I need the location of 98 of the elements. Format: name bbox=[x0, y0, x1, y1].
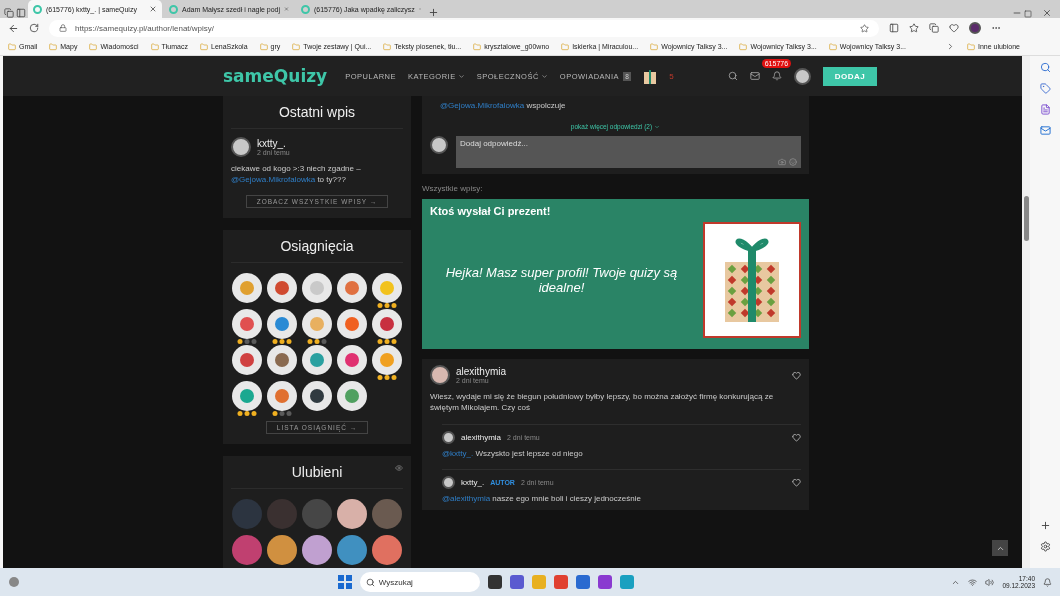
reply-text: @alexithymia nasze ego mnie boli i cieszy jednocześnie bbox=[442, 492, 642, 504]
user-avatar[interactable] bbox=[793, 67, 811, 85]
caret-icon bbox=[457, 72, 465, 80]
mail-icon[interactable] bbox=[749, 71, 760, 81]
taskbar-search[interactable]: Wyszukaj bbox=[359, 572, 480, 592]
folder-icon bbox=[383, 42, 392, 51]
workspaces-icon[interactable] bbox=[4, 8, 14, 18]
reload-icon[interactable] bbox=[29, 23, 39, 33]
achievement-badge[interactable] bbox=[302, 345, 332, 376]
post-text: Wiesz, wydaje mi się że biegun południowy byłby lepszy, bo można założyć firmę konkurującą ze świętym Mikolajem. Czy coś bbox=[430, 391, 775, 414]
user-avatar[interactable] bbox=[430, 365, 450, 386]
app-icon[interactable] bbox=[597, 575, 612, 589]
photo-placeholder[interactable] bbox=[337, 535, 367, 566]
folder-icon bbox=[49, 42, 58, 51]
achievement-badge[interactable] bbox=[232, 273, 262, 304]
achievement-badge[interactable] bbox=[232, 345, 262, 376]
card-title: Ostatni wpis bbox=[231, 102, 403, 129]
photo-placeholder[interactable] bbox=[267, 535, 297, 566]
volume-icon[interactable] bbox=[985, 577, 995, 587]
achievement-badge[interactable] bbox=[337, 345, 367, 376]
split-icon[interactable] bbox=[889, 23, 899, 33]
folder-icon bbox=[650, 42, 659, 51]
folder-icon bbox=[259, 42, 268, 51]
site-icon bbox=[169, 4, 178, 14]
search-icon bbox=[365, 577, 375, 587]
achievement-badge[interactable] bbox=[302, 273, 332, 304]
collections-icon[interactable] bbox=[929, 23, 939, 33]
bell-icon[interactable] bbox=[1043, 577, 1052, 587]
plus-icon[interactable] bbox=[1039, 520, 1051, 531]
heart-icon[interactable] bbox=[949, 23, 959, 33]
favorites-icon[interactable] bbox=[909, 23, 919, 33]
gift-count: 5 bbox=[669, 71, 674, 81]
close-icon[interactable] bbox=[149, 5, 157, 13]
folder-icon bbox=[150, 42, 159, 51]
folder-icon bbox=[473, 42, 482, 51]
scrollbar-thumb[interactable] bbox=[1023, 196, 1029, 241]
mail-icon[interactable] bbox=[1039, 125, 1051, 136]
card-title: Osiągnięcia bbox=[231, 236, 403, 264]
back-icon[interactable] bbox=[8, 22, 19, 34]
folder-icon bbox=[966, 42, 975, 51]
user-avatar[interactable] bbox=[231, 137, 251, 157]
user-name[interactable]: kxtty_. bbox=[461, 477, 485, 487]
site-icon bbox=[301, 4, 310, 14]
user-name[interactable]: alexithymia bbox=[461, 432, 501, 442]
settings-icon[interactable] bbox=[1039, 541, 1051, 552]
profile-avatar[interactable] bbox=[969, 22, 981, 34]
app-icon[interactable] bbox=[487, 575, 502, 589]
mention-link[interactable]: @Gejowa.Mikrofalowka bbox=[231, 175, 316, 185]
reply-text: @kxtty_. Wszyskto jest lepsze od niego bbox=[442, 447, 584, 459]
folder-icon bbox=[561, 42, 570, 51]
site-icon bbox=[33, 4, 42, 14]
folder-icon bbox=[89, 42, 98, 51]
search-icon[interactable] bbox=[1039, 62, 1051, 73]
caret-icon bbox=[540, 72, 548, 80]
caret-icon bbox=[654, 123, 661, 130]
mention-link[interactable]: @kxtty_. bbox=[442, 448, 474, 458]
gift-message: Hejka! Masz super profil! Twoje quizy są idealne! bbox=[444, 265, 679, 296]
user-name[interactable]: kxtty_. bbox=[257, 138, 290, 149]
achievement-badge[interactable] bbox=[337, 273, 367, 304]
user-avatar[interactable] bbox=[442, 475, 455, 489]
photo-placeholder[interactable] bbox=[337, 499, 367, 530]
achievement-badge[interactable] bbox=[267, 345, 297, 376]
folder-icon bbox=[200, 42, 208, 51]
folder-icon bbox=[739, 42, 748, 51]
bell-icon[interactable] bbox=[771, 71, 782, 81]
section-label: Wszystkie wpisy: bbox=[422, 184, 484, 194]
favorite-icon[interactable] bbox=[860, 23, 869, 33]
start-icon[interactable] bbox=[337, 575, 352, 589]
gift-title: Ktoś wysłał Ci prezent! bbox=[430, 205, 552, 218]
eye-icon[interactable] bbox=[395, 464, 403, 473]
user-avatar[interactable] bbox=[442, 430, 455, 444]
new-tab-icon[interactable] bbox=[428, 7, 439, 18]
site-logo[interactable]: sameQuizy bbox=[223, 66, 328, 86]
card-title: Ulubieni bbox=[231, 462, 403, 490]
lock-icon bbox=[59, 24, 67, 32]
search-icon[interactable] bbox=[727, 71, 738, 81]
achievement-badge[interactable] bbox=[337, 381, 367, 412]
mention-link[interactable]: @Gejowa.Mikrofalowka bbox=[440, 101, 525, 110]
achievement-badge[interactable] bbox=[337, 309, 367, 340]
file-icon[interactable] bbox=[1039, 104, 1051, 115]
folder-icon bbox=[292, 42, 301, 51]
user-name[interactable]: alexithymia bbox=[456, 366, 507, 378]
gift-icon[interactable] bbox=[643, 68, 658, 84]
folder-icon bbox=[8, 42, 16, 51]
user-avatar bbox=[430, 136, 448, 155]
tab-list-icon[interactable] bbox=[16, 8, 26, 18]
mention-link[interactable]: @alexithymia bbox=[442, 493, 491, 503]
achievement-badge[interactable] bbox=[302, 381, 332, 412]
wifi-icon[interactable] bbox=[968, 577, 978, 587]
post-text: ciekawe od kogo >:3 niech zgadne – @Gejowa.Mikrofalowka to ty??? bbox=[231, 163, 362, 186]
app-icon[interactable] bbox=[509, 575, 524, 589]
comment-text: @Gejowa.Mikrofalowka wspolczuje bbox=[439, 100, 567, 112]
photo-placeholder[interactable] bbox=[302, 535, 332, 566]
address-bar[interactable]: https://samequizy.pl/author/lenat/wpisy/ bbox=[49, 19, 879, 37]
achievement-badge[interactable] bbox=[267, 273, 297, 304]
folder-icon bbox=[828, 42, 837, 51]
close-icon[interactable] bbox=[1042, 8, 1052, 18]
photo-placeholder[interactable] bbox=[372, 535, 402, 566]
